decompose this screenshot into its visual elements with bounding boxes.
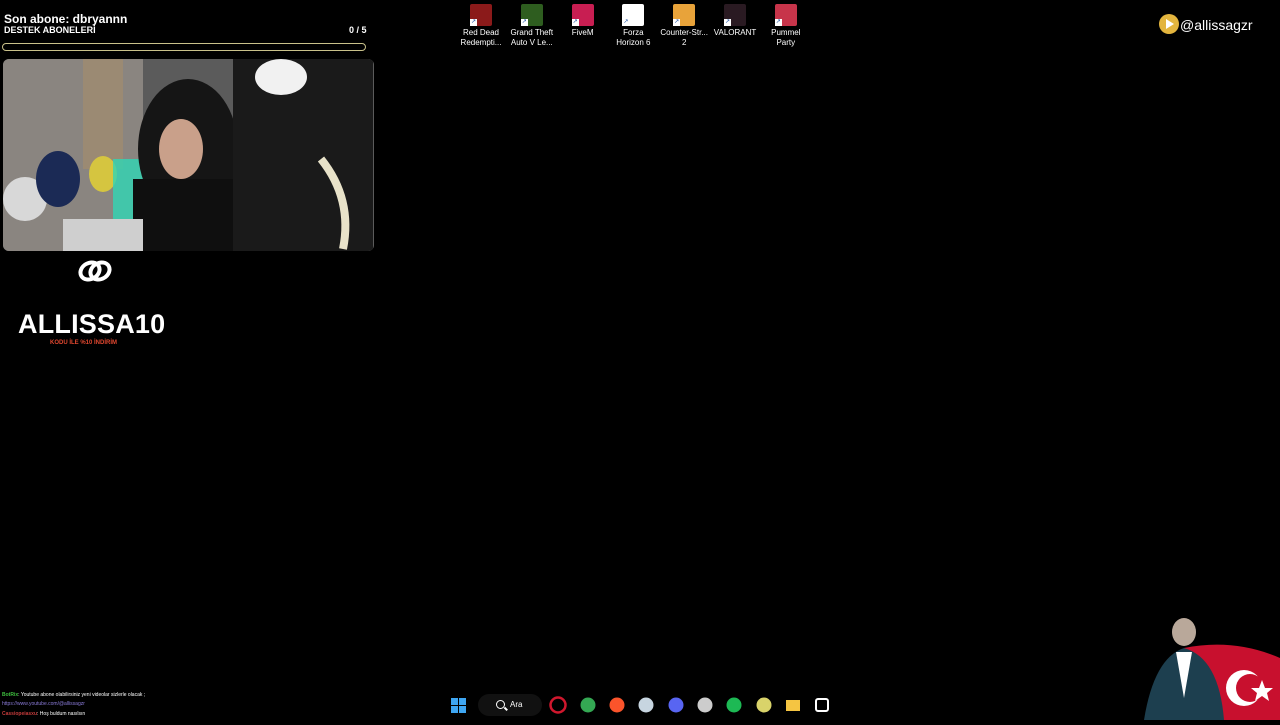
shortcut-arrow-icon: ↗ [673,19,681,26]
fivem-icon: ↗ [571,4,594,26]
desktop-icon-red-dead[interactable]: ↗ Red Dead Redempti... [456,4,506,48]
desktop-icon-label: FiveM [571,28,594,37]
opera-icon[interactable] [548,695,568,715]
shortcut-arrow-icon: ↗ [571,19,579,26]
spotify-icon[interactable] [724,695,744,715]
windows-start-icon[interactable] [448,695,468,715]
sub-goal-label: DESTEK ABONELERİ [4,25,96,35]
forza-icon: ↗ [622,4,645,26]
chat-text: : Hoş buldum nasılsın [37,711,86,717]
chat-text: : Youtube abone olabilirsiniz yeni video… [18,692,146,698]
desktop-icon-label: Red Dead Redempti... [460,28,502,47]
chat-message: https://www.youtube.com/@allissagzr [2,701,85,707]
sub-goal-progress-bar [2,43,366,51]
brave-icon[interactable] [607,695,627,715]
webcam-feed [3,59,374,251]
sub-goal-count: 0 / 5 [349,25,367,35]
app-icon[interactable] [754,695,774,715]
pummel-party-icon: ↗ [774,4,797,26]
capcut-icon[interactable] [812,695,832,715]
gta-v-icon: ↗ [520,4,543,26]
shortcut-arrow-icon: ↗ [520,19,528,26]
shortcut-arrow-icon: ↗ [774,19,782,26]
shortcut-arrow-icon: ↗ [470,19,477,26]
desktop-icon-counter-strike[interactable]: ↗ Counter-Str... 2 [659,4,709,48]
desktop-icon-gta-v[interactable]: ↗ Grand Theft Auto V Le... [507,4,557,48]
file-explorer-icon[interactable] [783,695,803,715]
chat-message: Cassiopeiasxu: Hoş buldum nasılsın [2,711,85,717]
obs-icon[interactable] [695,695,715,715]
latest-subscriber-text: Son abone: dbryannn [4,12,128,26]
taskbar-search[interactable]: Ara [478,694,542,716]
desktop-icon-pummel-party[interactable]: ↗ Pummel Party [761,4,811,48]
promo-subtitle: KODU İLE %10 İNDİRİM [50,340,118,346]
desktop-icon-valorant[interactable]: ↗ VALORANT [710,4,760,38]
valorant-icon: ↗ [724,4,746,26]
chat-message: BotRix: Youtube abone olabilirsiniz yeni… [2,692,145,698]
desktop-icon-label: Grand Theft Auto V Le... [510,28,554,47]
chat-username: Cassiopeiasxu [2,711,38,717]
desktop-icon-label: Counter-Str... 2 [660,28,708,47]
search-label: Ara [510,700,523,709]
social-handle-text: @allissagzr [1180,17,1253,33]
chat-username: BotRix [2,692,19,698]
counter-strike-icon: ↗ [673,4,696,26]
chat-text: https://www.youtube.com/@allissagzr [2,701,85,707]
desktop-icon-label: Forza Horizon 6 [616,28,651,47]
desktop-icon-label: Pummel Party [771,28,801,47]
search-icon [496,700,505,709]
shortcut-arrow-icon: ↗ [622,19,630,26]
steam-icon[interactable] [636,695,656,715]
desktop-icon-fivem[interactable]: ↗ FiveM [558,4,608,38]
youtube-play-icon [1159,14,1179,34]
sponsor-logo-icon [78,259,112,283]
discord-icon[interactable] [666,695,686,715]
desktop-icon-forza[interactable]: ↗ Forza Horizon 6 [608,4,658,48]
chrome-icon[interactable] [578,695,598,715]
promo-code: ALLISSA10 [18,309,166,339]
shortcut-arrow-icon: ↗ [724,19,731,26]
red-dead-icon: ↗ [470,4,492,26]
desktop-icon-label: VALORANT [713,28,757,37]
ataturk-flag-image [1124,618,1280,720]
